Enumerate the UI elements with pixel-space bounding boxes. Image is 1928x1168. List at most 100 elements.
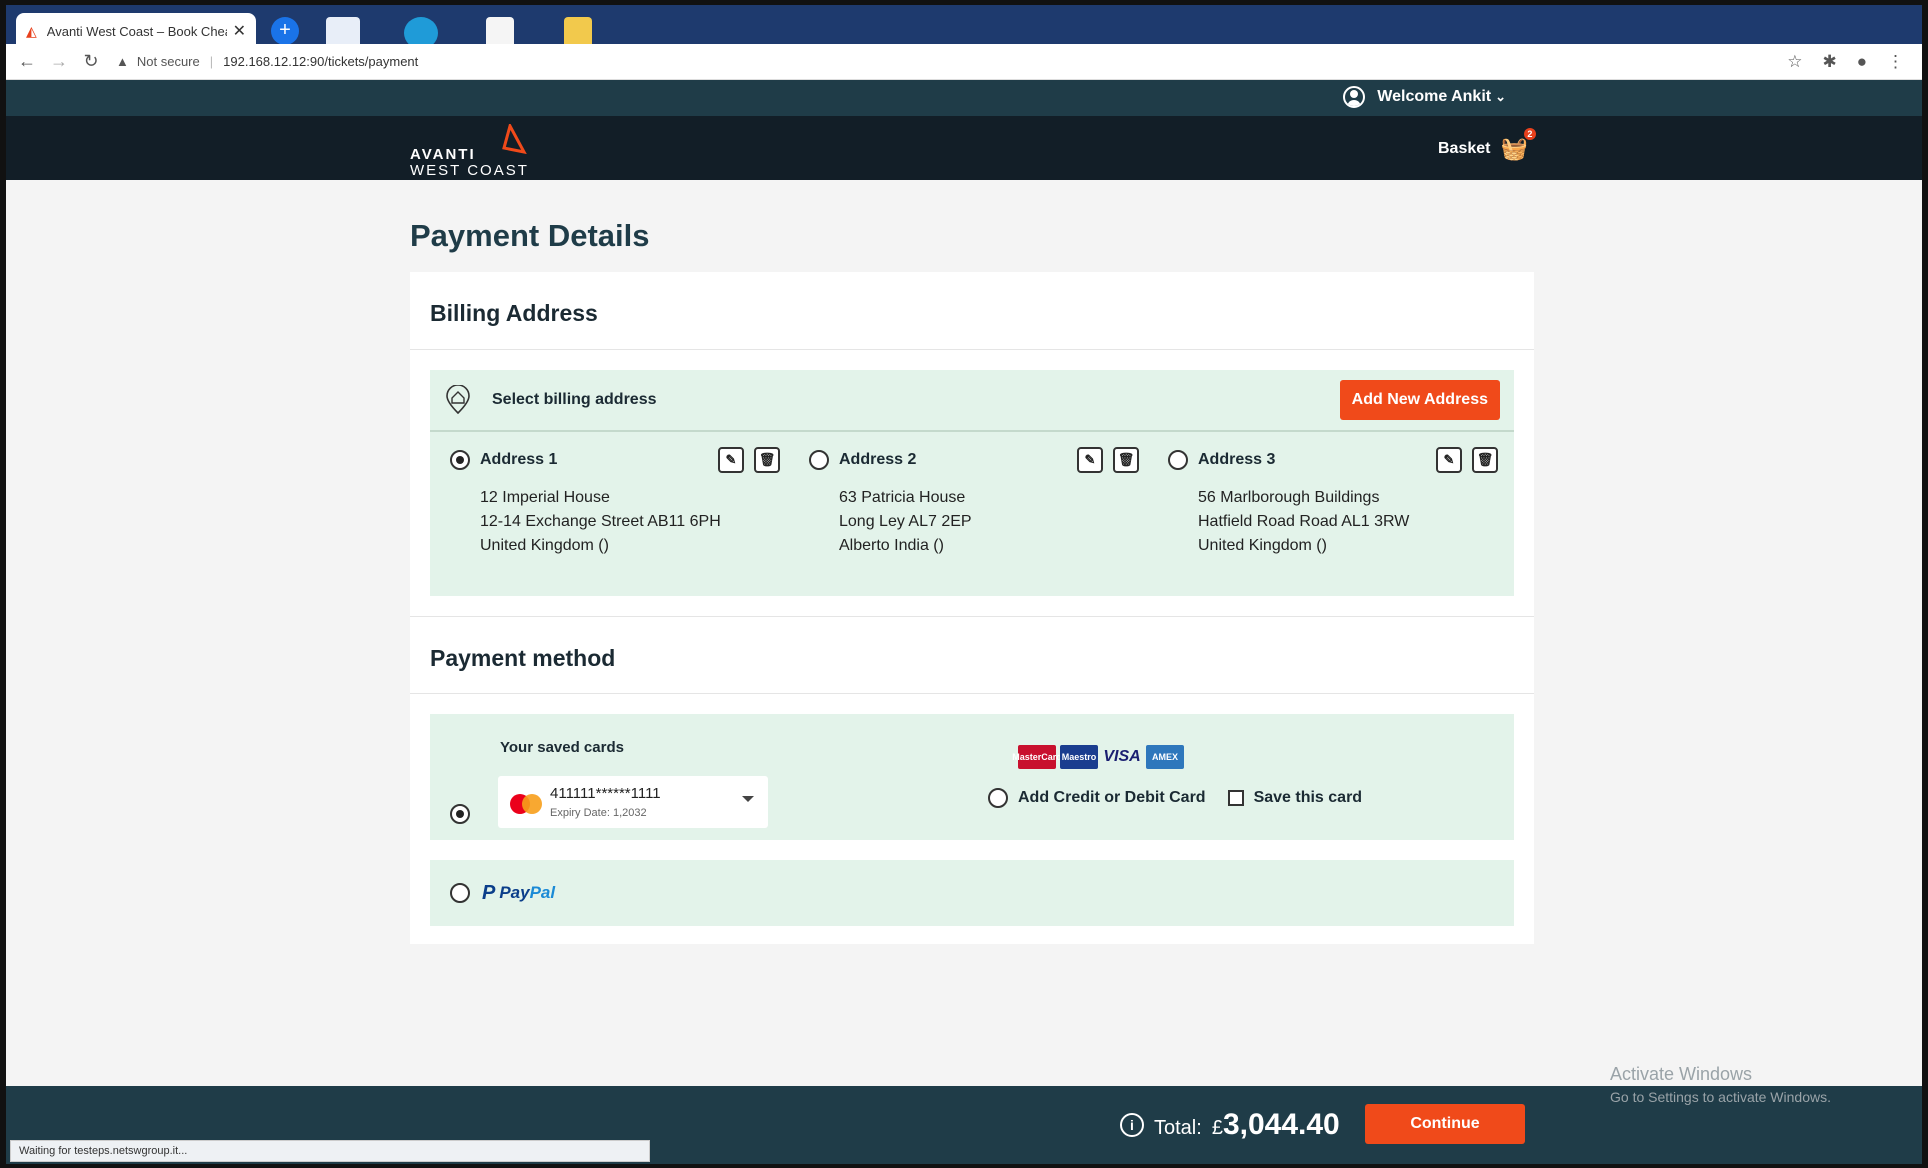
address-3-name: Address 3: [1198, 451, 1276, 468]
maestro-logo: Maestro: [1060, 745, 1098, 769]
paypal-text-pal: Pal: [529, 883, 556, 902]
save-card-label: Save this card: [1253, 789, 1363, 806]
payment-method-heading: Payment method: [410, 616, 1534, 694]
logo-line1: AVANTI: [410, 146, 476, 163]
welcome-text: Welcome Ankit: [1377, 88, 1492, 105]
url-divider: |: [209, 54, 214, 69]
mastercard-icon: [510, 794, 542, 814]
total-display: i Total: £ 3,044.40: [1120, 1108, 1340, 1142]
bookmark-star-icon[interactable]: ☆: [1787, 52, 1802, 72]
add-card-row: Add Credit or Debit Card Save this card: [988, 788, 1362, 808]
address-1-line1: 12 Imperial House: [480, 489, 610, 506]
address-2-radio[interactable]: [809, 450, 829, 470]
address-2-name: Address 2: [839, 451, 917, 468]
address-3-line1: 56 Marlborough Buildings: [1198, 489, 1380, 506]
select-billing-row: Select billing address Add New Address: [430, 370, 1514, 432]
basket-link[interactable]: Basket 🧺 2: [1438, 128, 1536, 162]
address-bar: ← → ↻ ▲ Not secure | 192.168.12.12:90/ti…: [6, 44, 1922, 80]
paypal-p-icon: P: [482, 881, 496, 904]
menu-kebab-icon[interactable]: ⋮: [1887, 52, 1904, 72]
paypal-text-pay: Pay: [499, 883, 530, 902]
edit-address-2-pencil-icon[interactable]: ✎: [1077, 447, 1103, 473]
delete-address-2-trash-icon[interactable]: 🗑: [1113, 447, 1139, 473]
security-label: Not secure: [136, 54, 200, 69]
watermark-line1: Activate Windows: [1610, 1064, 1753, 1084]
paypal-option[interactable]: P Pay Pal: [430, 860, 1514, 926]
browser-toolbar-right: ☆ ✱ ● ⋮: [1787, 52, 1904, 72]
select-billing-label: Select billing address: [492, 391, 657, 408]
avanti-favicon-icon: ◭: [26, 22, 37, 39]
address-1-line3: United Kingdom (): [480, 537, 609, 554]
dropdown-caret-icon: [742, 796, 754, 802]
site-topbar: Welcome Ankit ⌄: [6, 80, 1922, 116]
add-card-radio[interactable]: [988, 788, 1008, 808]
info-icon[interactable]: i: [1120, 1113, 1144, 1137]
site-header: AVANTI WEST COAST Basket 🧺 2: [6, 116, 1922, 180]
close-tab-icon[interactable]: ✕: [233, 21, 246, 41]
save-card-checkbox[interactable]: [1227, 790, 1244, 806]
warning-icon: ▲: [116, 54, 129, 69]
profile-icon[interactable]: ●: [1857, 52, 1867, 72]
saved-card-select[interactable]: 411111******1111 Expiry Date: 1,2032: [498, 776, 768, 828]
address-1-name: Address 1: [480, 451, 558, 468]
amex-logo: AMEX: [1146, 745, 1184, 769]
card-expiry: Expiry Date: 1,2032: [550, 807, 647, 819]
continue-button[interactable]: Continue: [1365, 1104, 1525, 1144]
address-1-line2: 12-14 Exchange Street AB11 6PH: [480, 513, 721, 530]
url-field[interactable]: ▲ Not secure | 192.168.12.12:90/tickets/…: [116, 54, 418, 69]
url-text: 192.168.12.12:90/tickets/payment: [223, 54, 419, 69]
address-3-radio[interactable]: [1168, 450, 1188, 470]
address-2-line2: Long Ley AL7 2EP: [839, 513, 972, 530]
watermark-line2: Go to Settings to activate Windows.: [1610, 1089, 1831, 1105]
browser-tabstrip: ◭ Avanti West Coast – Book Cheap ✕ +: [6, 0, 1922, 49]
address-3-line3: United Kingdom (): [1198, 537, 1327, 554]
address-2-line1: 63 Patricia House: [839, 489, 966, 506]
chevron-down-icon: ⌄: [1495, 89, 1506, 104]
back-icon[interactable]: ←: [16, 51, 38, 72]
paypal-panel: P Pay Pal: [430, 860, 1514, 926]
accepted-card-logos: MasterCard Maestro VISA AMEX: [1012, 745, 1184, 769]
window-frame: ◭ Avanti West Coast – Book Cheap ✕ + ← →…: [0, 0, 1928, 1168]
card-number: 411111******1111: [550, 785, 661, 802]
browser-status-bar: Waiting for testeps.netswgroup.it...: [10, 1140, 650, 1162]
address-option-3[interactable]: Address 3 ✎ 🗑 56 Marlborough Buildings H…: [1168, 447, 1498, 558]
user-avatar-icon: [1343, 86, 1366, 108]
windows-activation-watermark: Activate Windows Go to Settings to activ…: [1610, 1064, 1831, 1105]
delete-address-1-trash-icon[interactable]: 🗑: [754, 447, 780, 473]
edit-address-1-pencil-icon[interactable]: ✎: [718, 447, 744, 473]
address-option-1[interactable]: Address 1 ✎ 🗑 12 Imperial House 12-14 Ex…: [450, 447, 780, 558]
mastercard-logo: MasterCard: [1012, 745, 1062, 769]
address-3-line2: Hatfield Road Road AL1 3RW: [1198, 513, 1410, 530]
address-option-2[interactable]: Address 2 ✎ 🗑 63 Patricia House Long Ley…: [809, 447, 1139, 558]
forward-icon[interactable]: →: [48, 51, 70, 72]
avanti-logo[interactable]: AVANTI WEST COAST: [410, 122, 530, 179]
delete-address-3-trash-icon[interactable]: 🗑: [1472, 447, 1498, 473]
paypal-radio[interactable]: [450, 883, 470, 903]
total-amount: 3,044.40: [1222, 1108, 1340, 1141]
add-new-address-button[interactable]: Add New Address: [1339, 380, 1500, 420]
extensions-icon[interactable]: ✱: [1822, 52, 1836, 72]
add-card-label: Add Credit or Debit Card: [1018, 789, 1206, 806]
address-2-line3: Alberto India (): [839, 537, 944, 554]
payment-card: Billing Address Select billing address A…: [410, 272, 1534, 944]
basket-label: Basket: [1438, 140, 1491, 157]
saved-card-radio[interactable]: [450, 804, 470, 824]
new-tab-icon[interactable]: +: [271, 17, 299, 45]
account-menu[interactable]: Welcome Ankit ⌄: [1343, 86, 1506, 108]
home-location-icon: [446, 385, 470, 415]
saved-cards-panel: Your saved cards 411111******1111 Expiry…: [430, 714, 1514, 840]
address-1-radio[interactable]: [450, 450, 470, 470]
paypal-logo: P Pay Pal: [482, 882, 555, 905]
basket-icon: 🧺 2: [1500, 128, 1536, 162]
total-label: Total:: [1154, 1117, 1202, 1139]
edit-address-3-pencil-icon[interactable]: ✎: [1436, 447, 1462, 473]
avanti-logo-mark-icon: [502, 124, 527, 154]
billing-heading: Billing Address: [410, 272, 1534, 350]
logo-line2: WEST COAST: [410, 162, 529, 179]
visa-logo: VISA: [1103, 748, 1141, 765]
main-content: Payment Details Billing Address Select b…: [6, 180, 1922, 1086]
page-title: Payment Details: [410, 218, 650, 253]
billing-panel: Select billing address Add New Address A…: [430, 370, 1514, 596]
reload-icon[interactable]: ↻: [80, 51, 102, 72]
total-currency: £: [1211, 1117, 1223, 1139]
